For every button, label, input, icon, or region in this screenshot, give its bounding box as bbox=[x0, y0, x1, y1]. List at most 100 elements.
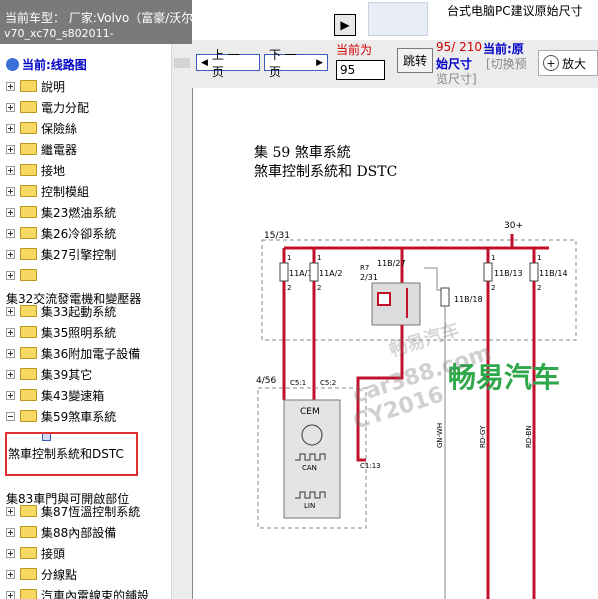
can-waveform-icon bbox=[295, 453, 326, 461]
prev-page-button[interactable]: ◀ 上 一 页 bbox=[196, 48, 260, 79]
tree-root[interactable]: 当前:线路图 bbox=[6, 56, 87, 73]
tree-item-label: 集88內部設備 bbox=[41, 525, 117, 540]
tree-item[interactable]: 集59煞車系統 bbox=[6, 407, 116, 425]
expand-icon[interactable] bbox=[6, 369, 15, 379]
expand-icon[interactable] bbox=[6, 81, 15, 91]
folder-icon bbox=[20, 227, 37, 239]
tree-item-label: 集26冷卻系統 bbox=[41, 226, 117, 241]
tree-item[interactable]: 集39其它 bbox=[6, 365, 92, 383]
page-number-input[interactable] bbox=[336, 60, 385, 80]
fuse-11a2: 11A/2 bbox=[309, 248, 342, 388]
folder-icon bbox=[20, 547, 37, 559]
tree-item[interactable]: 電力分配 bbox=[6, 98, 89, 116]
tree-item-group-83[interactable]: 集83車門與可開啟部位 bbox=[6, 490, 129, 507]
folder-icon bbox=[20, 122, 37, 134]
tree-item[interactable]: 保險絲 bbox=[6, 119, 77, 137]
svg-text:11B/13: 11B/13 bbox=[494, 269, 523, 278]
folder-icon bbox=[20, 101, 37, 113]
switch-size-link-b[interactable]: 览尺寸] bbox=[436, 70, 477, 87]
svg-text:2/31: 2/31 bbox=[360, 273, 378, 282]
tree-item[interactable]: 分線點 bbox=[6, 565, 77, 583]
scroll-thumb[interactable] bbox=[174, 58, 190, 68]
tree-item-label: 接頭 bbox=[41, 546, 66, 561]
tree-item[interactable]: 汽車內電線束的鋪設 bbox=[6, 586, 149, 599]
expand-icon[interactable] bbox=[6, 569, 15, 579]
tree-item-group-32[interactable]: 集32交流發電機和變壓器 bbox=[6, 290, 141, 307]
expand-icon[interactable] bbox=[6, 590, 15, 599]
svg-text:11B/18: 11B/18 bbox=[454, 295, 483, 304]
expand-icon[interactable] bbox=[6, 390, 15, 400]
tree-item[interactable]: 集35照明系統 bbox=[6, 323, 116, 341]
svg-text:2: 2 bbox=[287, 284, 291, 292]
expand-icon[interactable] bbox=[6, 527, 15, 537]
triangle-right-icon: ▶ bbox=[316, 57, 323, 68]
tree-item-label: 控制模組 bbox=[41, 184, 90, 199]
zoom-label: 放大 bbox=[562, 56, 587, 71]
tree-root-label: 当前:线路图 bbox=[22, 58, 87, 72]
play-arrow-icon: ▶ bbox=[340, 18, 350, 32]
expand-icon[interactable] bbox=[6, 506, 15, 516]
tree-item-label: 集27引擎控制 bbox=[41, 247, 117, 262]
globe-icon bbox=[6, 58, 19, 71]
tree-item-label: 保險絲 bbox=[41, 121, 78, 136]
expand-icon[interactable] bbox=[6, 306, 15, 316]
tree-item[interactable]: 集26冷卻系統 bbox=[6, 224, 116, 242]
current-page-label: 当前为 bbox=[336, 43, 373, 57]
expand-icon[interactable] bbox=[6, 102, 15, 112]
jump-button[interactable]: 跳转 bbox=[397, 48, 433, 73]
tree-item-label: 汽車內電線束的鋪設 bbox=[41, 588, 150, 599]
vehicle-line2: v70_xc70_s802011- bbox=[4, 27, 114, 40]
tree-item[interactable]: 控制模組 bbox=[6, 182, 89, 200]
expand-icon[interactable] bbox=[6, 123, 15, 133]
tree-item[interactable]: 集27引擎控制 bbox=[6, 245, 116, 263]
cem-module bbox=[283, 399, 341, 519]
lin-waveform-icon bbox=[295, 491, 326, 499]
expand-icon[interactable] bbox=[6, 249, 15, 259]
switch-size-link-a[interactable]: [切换预 bbox=[486, 55, 527, 72]
cem-box-label: 4/56 bbox=[256, 376, 276, 386]
folder-icon bbox=[20, 80, 37, 92]
prev-page-label: 上 一 页 bbox=[211, 47, 240, 79]
folder-icon bbox=[20, 526, 37, 538]
tree-item-label: 集23燃油系統 bbox=[41, 205, 117, 220]
collapse-icon[interactable] bbox=[6, 411, 15, 421]
folder-icon bbox=[20, 206, 37, 218]
tree-item[interactable]: 集43變速箱 bbox=[6, 386, 104, 404]
tree-item-label: 集35照明系統 bbox=[41, 325, 117, 340]
left-header: 当前车型： 厂家:Volvo（富豪/沃尔沃） v70_xc70_s802011- bbox=[0, 0, 192, 44]
expand-icon[interactable] bbox=[6, 207, 15, 217]
folder-icon bbox=[20, 269, 37, 281]
tree-item[interactable]: 說明 bbox=[6, 77, 65, 95]
expand-icon[interactable] bbox=[6, 165, 15, 175]
tree-item[interactable]: 繼電器 bbox=[6, 140, 77, 158]
tree-item[interactable]: 集23燃油系統 bbox=[6, 203, 116, 221]
expand-icon[interactable] bbox=[6, 348, 15, 358]
fuse-box-label: 15/31 bbox=[264, 231, 290, 241]
svg-text:2: 2 bbox=[537, 284, 541, 292]
folder-icon bbox=[20, 410, 37, 422]
expand-icon[interactable] bbox=[6, 327, 15, 337]
collapse-panel-button[interactable]: ▶ bbox=[334, 14, 356, 36]
tree-item[interactable] bbox=[6, 266, 41, 284]
page-count: 95/ 210 bbox=[436, 40, 483, 54]
svg-text:1: 1 bbox=[287, 254, 291, 262]
expand-icon[interactable] bbox=[6, 144, 15, 154]
folder-icon bbox=[20, 368, 37, 380]
folder-icon bbox=[20, 589, 37, 599]
expand-icon[interactable] bbox=[6, 548, 15, 558]
tree-scrollbar[interactable] bbox=[171, 44, 192, 599]
tree-item[interactable]: 接地 bbox=[6, 161, 65, 179]
expand-icon[interactable] bbox=[6, 228, 15, 238]
tree-item[interactable]: 接頭 bbox=[6, 544, 65, 562]
zoom-in-button[interactable]: + 放大 bbox=[538, 50, 598, 76]
tree-item[interactable]: 集36附加電子設備 bbox=[6, 344, 140, 362]
folder-icon bbox=[20, 389, 37, 401]
next-page-button[interactable]: 下 一 页 ▶ bbox=[264, 48, 328, 79]
folder-icon bbox=[20, 143, 37, 155]
fuse-11b18: 11B/18 bbox=[424, 267, 483, 307]
expand-icon[interactable] bbox=[6, 186, 15, 196]
tree-item[interactable]: 集88內部設備 bbox=[6, 523, 116, 541]
expand-icon[interactable] bbox=[6, 270, 15, 280]
tree-item-label: 繼電器 bbox=[41, 142, 78, 157]
svg-text:1: 1 bbox=[537, 254, 541, 262]
